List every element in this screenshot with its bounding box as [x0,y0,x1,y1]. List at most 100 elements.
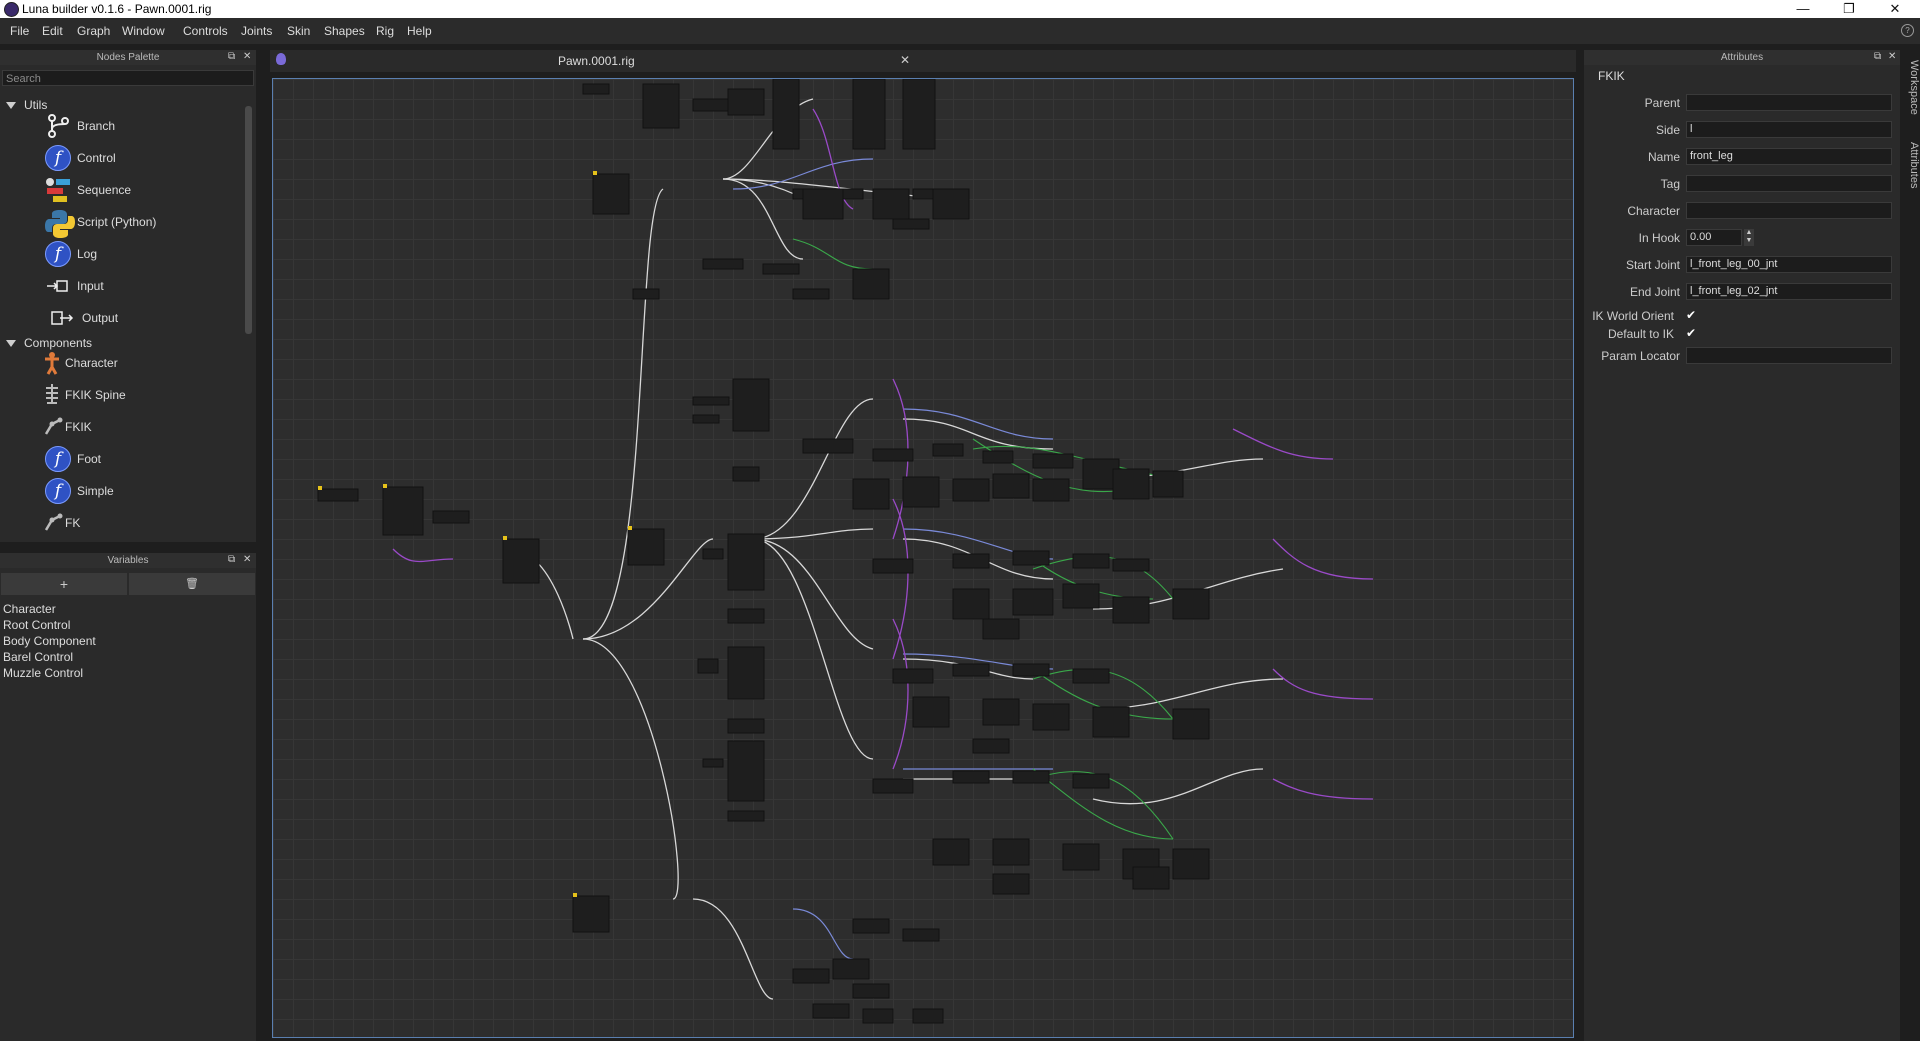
start-joint-field[interactable]: l_front_leg_00_jnt [1686,256,1892,273]
variable-item[interactable]: Barel Control [3,650,73,664]
graph-tab-title[interactable]: Pawn.0001.rig [558,54,635,68]
attr-label: Character [1627,204,1680,218]
delete-variable-button[interactable]: 🗑 [128,572,256,596]
menu-joints[interactable]: Joints [241,24,272,38]
menu-graph[interactable]: Graph [77,24,110,38]
sequence-icon [45,177,71,203]
attr-label: Name [1647,150,1680,164]
panel-title: Attributes [1584,50,1900,65]
spin-arrows-icon[interactable]: ▲ ▼ [1744,229,1754,246]
attr-label: In Hook [1638,231,1680,245]
attr-label: Start Joint [1625,258,1680,272]
side-field[interactable]: l [1686,121,1892,138]
node-label: Control [77,151,116,165]
panel-title: Nodes Palette [0,50,256,65]
panel-title: Variables [0,553,256,568]
menu-edit[interactable]: Edit [42,24,63,38]
close-window-button[interactable]: ✕ [1872,0,1918,18]
node-type-heading: FKIK [1598,69,1625,83]
node-label: Script (Python) [77,215,157,229]
menu-rig[interactable]: Rig [376,24,394,38]
minimize-button[interactable]: — [1780,0,1826,18]
category-label: Components [24,336,93,350]
nodes-tree: Utils Branch f Control Sequence Script (… [0,96,252,538]
expand-icon[interactable] [6,340,16,348]
graph-drawing [317,79,1374,1024]
float-panel-icon[interactable]: ⧉ [1874,51,1881,62]
workspace-side-tab[interactable]: Workspace [1902,60,1920,115]
float-panel-icon[interactable]: ⧉ [228,554,235,565]
help-icon[interactable]: ? [1901,24,1914,37]
attr-label: Default to IK [1607,327,1674,341]
node-label: FKIK [65,420,92,434]
attr-label: Tag [1660,177,1680,191]
menu-file[interactable]: File [10,24,29,38]
variable-item[interactable]: Muzzle Control [3,666,83,680]
function-icon: f [45,446,71,472]
variable-item[interactable]: Character [3,602,56,616]
function-icon: f [45,478,71,504]
graph-tab-bar: Pawn.0001.rig ✕ [270,50,1576,72]
input-icon [45,273,71,299]
menu-shapes[interactable]: Shapes [324,24,365,38]
variable-item[interactable]: Root Control [3,618,70,632]
function-icon: f [45,145,71,171]
category-utils[interactable]: Utils [6,98,47,112]
tag-field[interactable] [1686,175,1892,192]
close-panel-icon[interactable]: ✕ [1888,51,1896,62]
function-icon: f [45,241,71,267]
attr-end-joint: End Joint l_front_leg_02_jnt [1588,283,1892,301]
param-locator-field[interactable] [1686,347,1892,364]
window-title: Luna builder v0.1.6 - Pawn.0001.rig [22,2,212,16]
menu-window[interactable]: Window [122,24,165,38]
graph-icon [276,53,286,65]
nodes-search-input[interactable]: Search [2,70,254,86]
default-to-ik-checkbox[interactable]: ✔ [1686,327,1698,339]
node-label: Output [82,311,119,325]
node-label: FKIK Spine [65,388,126,402]
node-label: Branch [77,119,116,133]
close-tab-icon[interactable]: ✕ [900,53,910,67]
character-field[interactable] [1686,202,1892,219]
node-label: Input [77,279,104,293]
add-variable-button[interactable]: + [0,572,128,596]
variable-item[interactable]: Body Component [3,634,96,648]
node-label: Log [77,247,98,261]
menu-controls[interactable]: Controls [183,24,228,38]
window-title-bar: Luna builder v0.1.6 - Pawn.0001.rig — ❐ … [0,0,1920,18]
output-icon [50,305,76,331]
ik-world-orient-checkbox[interactable]: ✔ [1686,309,1698,321]
palette-scrollbar[interactable] [245,96,252,536]
menu-help[interactable]: Help [407,24,432,38]
attr-default-to-ik: Default to IK ✔ [1588,325,1892,343]
menu-bar: File Edit Graph Window Controls Joints S… [0,18,1920,44]
attributes-side-tab[interactable]: Attributes [1902,142,1920,188]
scrollbar-thumb[interactable] [245,106,252,334]
menu-skin[interactable]: Skin [287,24,310,38]
attr-name: Name front_leg [1588,148,1892,166]
attr-tag: Tag [1588,175,1892,193]
close-panel-icon[interactable]: ✕ [243,554,251,565]
attr-side: Side l [1588,121,1892,139]
restore-button[interactable]: ❐ [1826,0,1872,18]
end-joint-field[interactable]: l_front_leg_02_jnt [1686,283,1892,300]
close-panel-icon[interactable]: ✕ [243,51,251,62]
attr-label: Parent [1644,96,1680,110]
node-graph-canvas[interactable] [272,78,1574,1038]
attr-parent: Parent [1588,94,1892,112]
in-hook-spinbox[interactable]: 0.00 [1686,229,1742,246]
expand-icon[interactable] [6,102,16,110]
node-label: Foot [77,452,102,466]
attr-ik-world-orient: IK World Orient ✔ [1588,307,1892,325]
parent-field[interactable] [1686,94,1892,111]
category-label: Utils [24,98,48,112]
node-label: Sequence [77,183,132,197]
name-field[interactable]: front_leg [1686,148,1892,165]
attributes-panel: Attributes ⧉ ✕ FKIK [1584,50,1900,1041]
float-panel-icon[interactable]: ⧉ [228,51,235,62]
attr-character: Character [1588,202,1892,220]
node-label: Simple [77,484,114,498]
category-components[interactable]: Components [6,336,92,350]
attr-label: IK World Orient [1592,309,1674,323]
attr-label: End Joint [1629,285,1680,299]
